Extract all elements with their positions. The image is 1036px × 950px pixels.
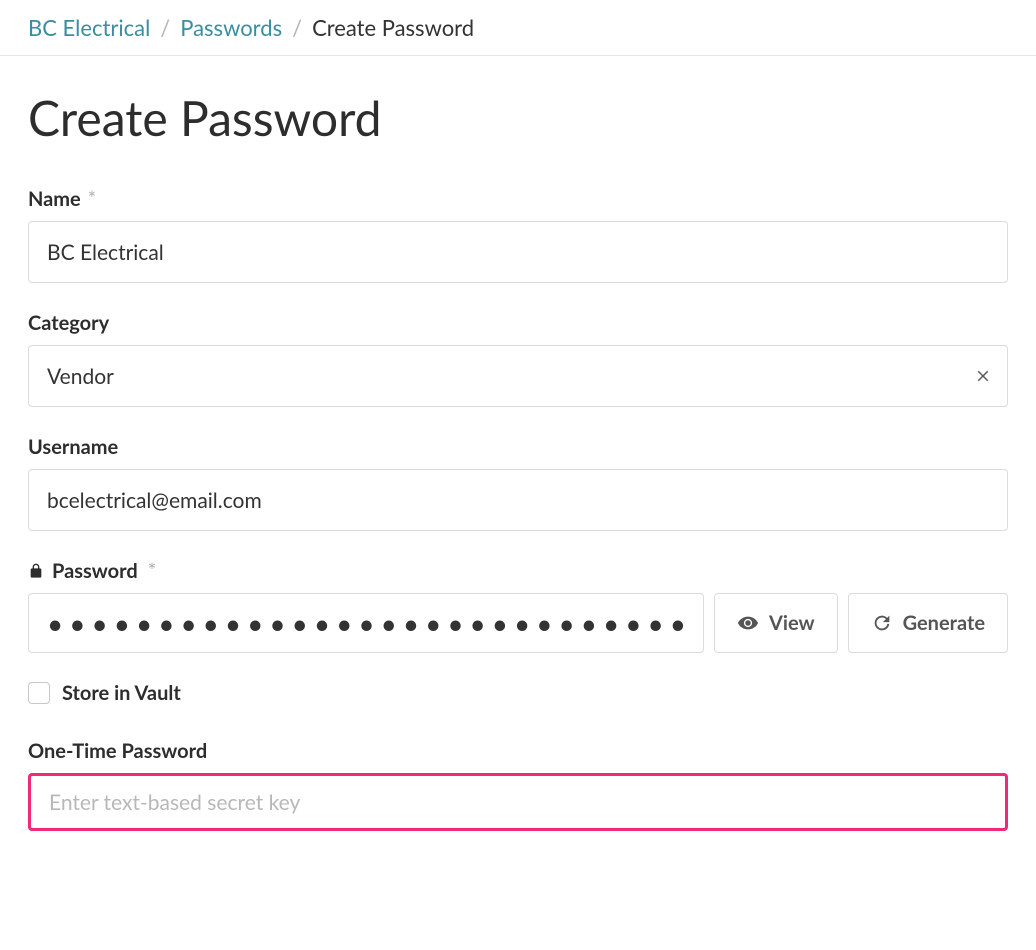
view-password-button[interactable]: View: [714, 593, 838, 653]
generate-password-button[interactable]: Generate: [848, 593, 1008, 653]
refresh-icon: [871, 612, 893, 634]
form-group-name: Name *: [28, 187, 1008, 283]
form-group-password: Password * View Generate: [28, 559, 1008, 653]
breadcrumb-current: Create Password: [312, 14, 474, 41]
category-clear-button[interactable]: [974, 367, 992, 385]
generate-button-label: Generate: [903, 611, 985, 635]
breadcrumb: BC Electrical / Passwords / Create Passw…: [0, 0, 1036, 56]
breadcrumb-link-passwords[interactable]: Passwords: [180, 14, 282, 41]
eye-icon: [737, 612, 759, 634]
username-input[interactable]: [28, 469, 1008, 531]
password-row: View Generate: [28, 593, 1008, 653]
form-group-otp: One-Time Password: [28, 739, 1008, 831]
category-select-wrap: Vendor: [28, 345, 1008, 407]
name-input[interactable]: [28, 221, 1008, 283]
form-group-username: Username: [28, 435, 1008, 531]
name-label-text: Name: [28, 187, 81, 211]
name-label: Name *: [28, 187, 1008, 211]
category-value: Vendor: [47, 364, 114, 389]
breadcrumb-link-client[interactable]: BC Electrical: [28, 14, 150, 41]
password-input[interactable]: [28, 593, 704, 653]
lock-icon: [28, 562, 44, 580]
store-in-vault-row: Store in Vault: [28, 681, 1008, 705]
close-icon: [974, 367, 992, 385]
main-content: Create Password Name * Category Vendor U…: [0, 56, 1036, 887]
form-group-category: Category Vendor: [28, 311, 1008, 407]
username-label: Username: [28, 435, 1008, 459]
password-label: Password *: [28, 559, 1008, 583]
password-label-text: Password: [52, 559, 138, 583]
required-mark: *: [88, 187, 97, 211]
required-mark: *: [148, 559, 157, 583]
breadcrumb-separator: /: [160, 14, 170, 41]
store-in-vault-checkbox[interactable]: [28, 682, 50, 704]
category-select[interactable]: Vendor: [28, 345, 1008, 407]
category-label: Category: [28, 311, 1008, 335]
breadcrumb-separator: /: [292, 14, 302, 41]
store-in-vault-label[interactable]: Store in Vault: [62, 681, 181, 705]
otp-label: One-Time Password: [28, 739, 1008, 763]
page-title: Create Password: [28, 90, 1008, 147]
view-button-label: View: [769, 611, 815, 635]
otp-input[interactable]: [28, 773, 1008, 831]
